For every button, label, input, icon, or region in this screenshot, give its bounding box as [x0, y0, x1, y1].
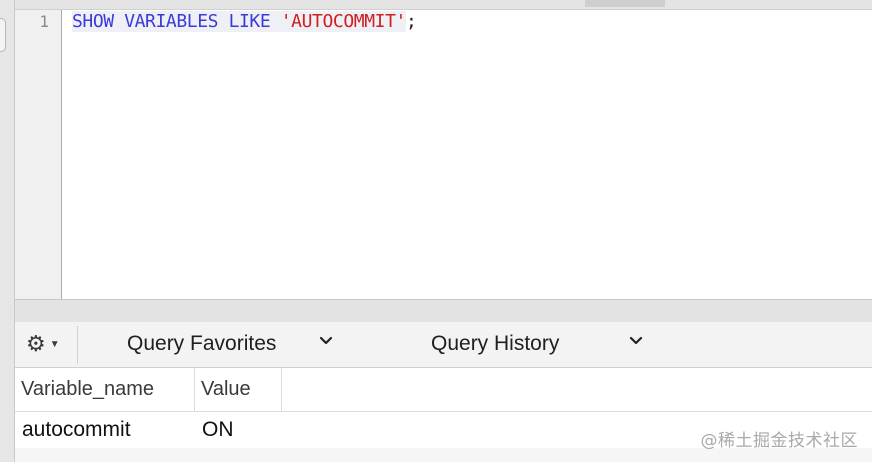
tab-indicator [585, 0, 665, 7]
window-left-edge [0, 0, 15, 462]
query-history-button[interactable]: Query History [431, 331, 559, 357]
sql-semicolon: ; [406, 11, 417, 32]
watermark-text: @稀土掘金技术社区 [700, 431, 858, 451]
line-number: 1 [39, 12, 49, 31]
sql-query-editor[interactable]: 1 SHOW VARIABLES LIKE 'AUTOCOMMIT'; [15, 10, 872, 299]
caret-down-icon: ▼ [49, 338, 60, 350]
query-favorites-button[interactable]: Query Favorites [127, 331, 276, 357]
sql-string-literal: 'AUTOCOMMIT' [280, 11, 407, 32]
chevron-down-icon[interactable] [318, 333, 334, 349]
column-header-value[interactable]: Value [195, 368, 282, 411]
sql-keyword-variables: VARIABLES [124, 11, 219, 32]
chevron-down-icon[interactable] [628, 333, 644, 349]
query-toolbar: ⚙ ▼ Query Favorites Query History [15, 322, 872, 368]
column-header-variable-name[interactable]: Variable_name [15, 368, 195, 411]
gear-icon: ⚙ [26, 331, 46, 356]
code-highlight: SHOW VARIABLES LIKE 'AUTOCOMMIT' [72, 11, 406, 32]
results-header: Variable_name Value [15, 368, 872, 412]
gear-menu-button[interactable]: ⚙ ▼ [26, 332, 72, 356]
top-tab-bar [15, 0, 872, 10]
cell-variable-name[interactable]: autocommit [22, 412, 131, 448]
toolbar-divider [77, 326, 78, 364]
editor-results-splitter[interactable] [15, 299, 872, 323]
code-line-1[interactable]: SHOW VARIABLES LIKE 'AUTOCOMMIT'; [72, 10, 417, 34]
line-number-gutter: 1 [15, 10, 62, 299]
cell-value[interactable]: ON [202, 412, 234, 448]
sql-keyword-show: SHOW [72, 11, 114, 32]
sql-keyword-like: LIKE [228, 11, 271, 32]
sidebar-resize-handle[interactable] [0, 18, 6, 52]
